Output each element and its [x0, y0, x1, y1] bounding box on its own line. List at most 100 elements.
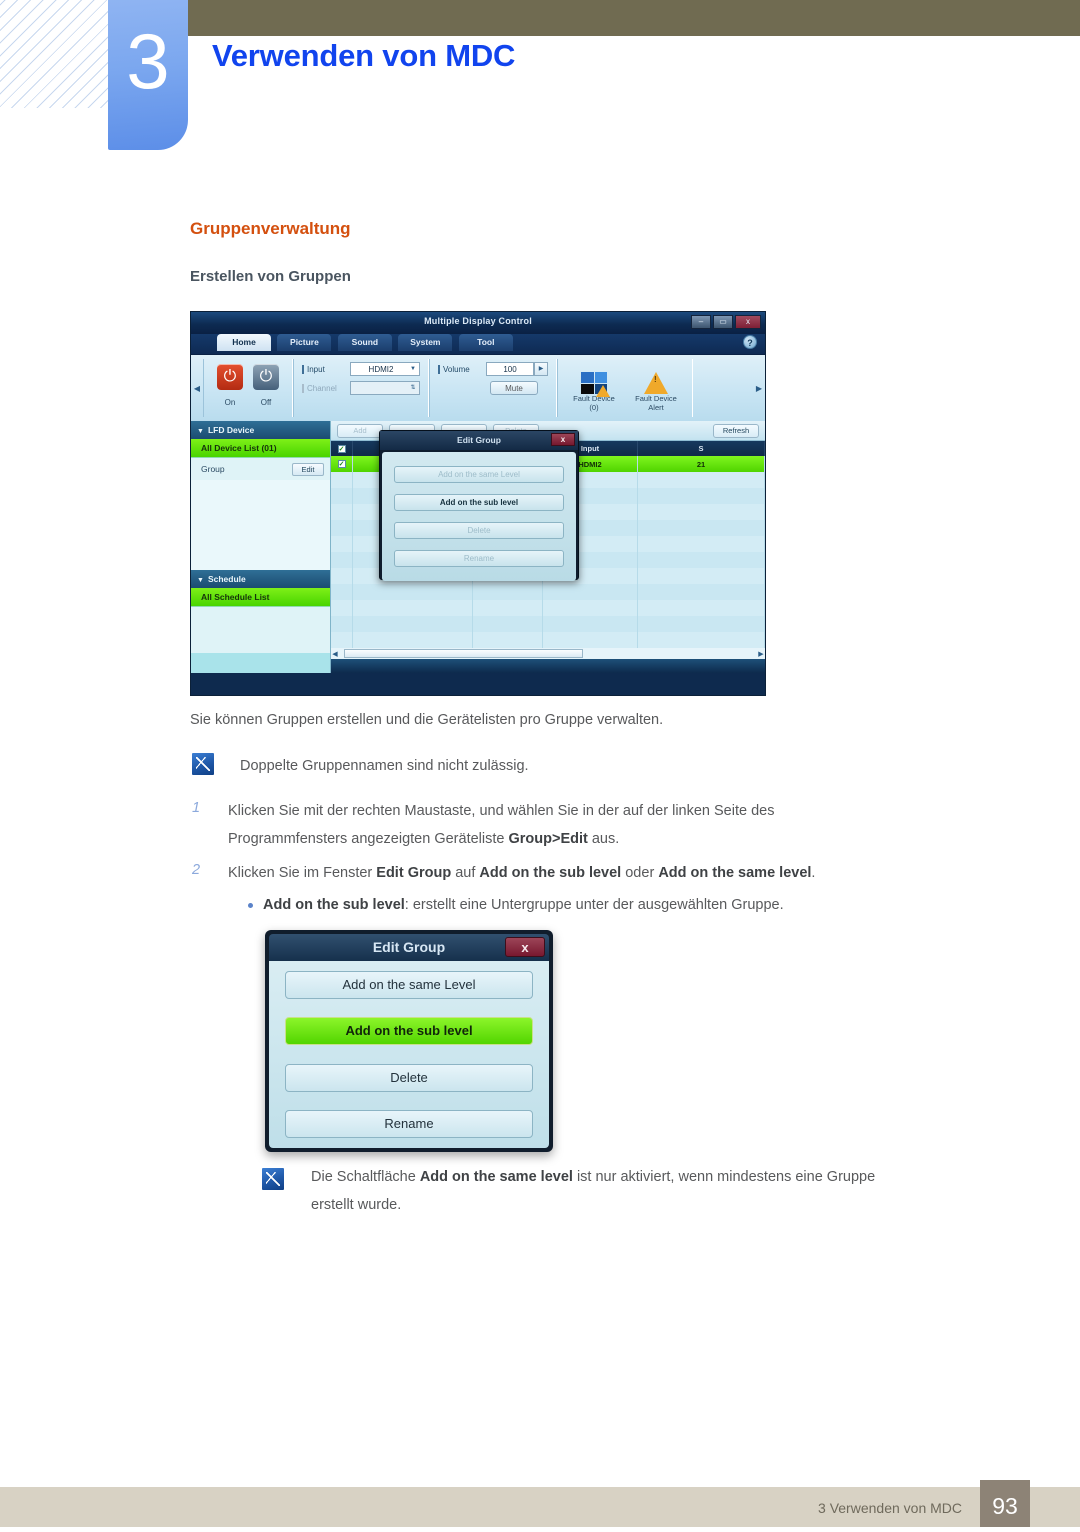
- tab-system[interactable]: System: [398, 334, 453, 351]
- step-2-text-e: oder: [621, 865, 659, 881]
- table-row[interactable]: [331, 600, 765, 616]
- volume-label: Volume: [438, 364, 486, 374]
- power-on-button[interactable]: ⏻ On: [217, 362, 243, 407]
- mdc-title-bar: Multiple Display Control – ▭ x: [191, 312, 765, 334]
- add-on-sub-level-button[interactable]: Add on the sub level: [285, 1017, 533, 1046]
- note-2-c: ist nur aktiviert, wenn mindestens eine …: [572, 1169, 876, 1185]
- add-on-same-level-button[interactable]: Add on the same Level: [394, 465, 564, 483]
- page-number-box: 93: [980, 1480, 1030, 1527]
- edit-group-body: Add on the same Level Add on the sub lev…: [382, 452, 576, 581]
- rename-button[interactable]: Rename: [285, 1109, 533, 1138]
- fault-device-icon: [566, 366, 622, 397]
- step-1-number: 1: [192, 800, 201, 816]
- edit-group-figure-title-bar: Edit Group x: [269, 934, 549, 961]
- sidebar-item-all-device-list[interactable]: All Device List (01): [191, 439, 330, 458]
- input-select[interactable]: HDMI2 ▼: [350, 362, 420, 376]
- row-checkbox[interactable]: ✓: [337, 460, 346, 468]
- step-2-bold-3: Add on the same level: [658, 865, 812, 881]
- bullet-1-rest: : erstellt eine Untergruppe unter der au…: [404, 897, 784, 913]
- channel-select[interactable]: ⇅: [350, 381, 420, 395]
- channel-row: Channel ⇅: [302, 381, 420, 395]
- add-on-sub-level-button[interactable]: Add on the sub level: [394, 493, 564, 511]
- header-hatch-decoration: [0, 0, 112, 108]
- input-label: Input: [302, 364, 350, 374]
- close-icon[interactable]: x: [735, 315, 761, 329]
- add-on-same-level-button[interactable]: Add on the same Level: [285, 971, 533, 999]
- step-2-text-c: auf: [451, 865, 480, 881]
- lfd-device-label: LFD Device: [207, 425, 255, 435]
- step-2-bold-2: Add on the sub level: [479, 865, 622, 881]
- rename-button[interactable]: Rename: [394, 550, 564, 568]
- minimize-icon[interactable]: –: [691, 315, 711, 329]
- section-heading: Gruppenverwaltung: [190, 219, 351, 238]
- tab-sound[interactable]: Sound: [337, 334, 392, 351]
- select-all-checkbox[interactable]: ✓: [337, 444, 346, 453]
- delete-button[interactable]: Delete: [394, 522, 564, 540]
- edit-group-title-bar: Edit Group x: [380, 431, 578, 450]
- close-icon[interactable]: x: [551, 433, 575, 446]
- sidebar-item-all-schedule-list[interactable]: All Schedule List: [191, 588, 330, 607]
- mdc-status-bar: [331, 659, 765, 673]
- fault-alert-icon: [628, 366, 684, 394]
- note-2-text: Die Schaltfläche Add on the same level i…: [311, 1166, 1011, 1188]
- tab-home[interactable]: Home: [217, 334, 271, 351]
- ribbon-scroll-left-icon[interactable]: ◀: [191, 359, 203, 417]
- power-off-icon: ⏻: [253, 364, 279, 390]
- volume-group: Volume 100 ▶ Mute: [429, 359, 557, 417]
- note-icon: [192, 753, 214, 775]
- column-header-extra[interactable]: S: [638, 441, 765, 456]
- add-button[interactable]: Add: [337, 423, 383, 438]
- scrollbar-thumb[interactable]: [344, 649, 583, 658]
- section-subheading: Erstellen von Gruppen: [190, 268, 351, 285]
- step-1-bold: Group>Edit: [508, 831, 588, 847]
- scroll-left-icon[interactable]: ◀: [331, 650, 339, 658]
- horizontal-scrollbar[interactable]: ◀ ▶: [331, 648, 765, 659]
- help-icon[interactable]: ?: [743, 335, 757, 349]
- row-checkbox-cell[interactable]: ✓: [331, 456, 353, 472]
- edit-group-dialog-inline: Edit Group x Add on the same Level Add o…: [379, 430, 579, 581]
- table-row[interactable]: [331, 632, 765, 648]
- tab-picture[interactable]: Picture: [277, 334, 332, 351]
- power-off-button[interactable]: ⏻ Off: [253, 362, 279, 407]
- spinner-icon: ⇅: [410, 384, 416, 391]
- volume-apply-icon[interactable]: ▶: [534, 362, 548, 376]
- group-edit-button[interactable]: Edit: [292, 462, 324, 476]
- note-2-bold: Add on the same level: [419, 1169, 573, 1185]
- sidebar-section-lfd-device[interactable]: ▼ LFD Device: [191, 421, 330, 439]
- fault-icons: Fault Device (0) Fault Device Alert: [566, 362, 684, 413]
- fault-device-button[interactable]: Fault Device (0): [566, 366, 622, 413]
- step-2-text-g: .: [811, 865, 816, 881]
- power-off-label: Off: [260, 398, 272, 407]
- bullet-1-text: Add on the sub level: erstellt eine Unte…: [263, 894, 1023, 916]
- window-controls: – ▭ x: [691, 315, 761, 329]
- scroll-right-icon[interactable]: ▶: [757, 650, 765, 658]
- table-row[interactable]: [331, 616, 765, 632]
- column-header-checkbox[interactable]: ✓: [331, 441, 353, 456]
- refresh-button[interactable]: Refresh: [713, 423, 759, 438]
- power-on-label: On: [224, 398, 236, 407]
- fault-device-alert-button[interactable]: Fault Device Alert: [628, 366, 684, 413]
- channel-label: Channel: [302, 383, 350, 393]
- note-2-line-2: erstellt wurde.: [311, 1197, 402, 1213]
- row-extra-cell: 21: [638, 456, 765, 472]
- tab-tool[interactable]: Tool: [458, 334, 513, 351]
- chapter-number: 3: [126, 17, 170, 105]
- mute-button[interactable]: Mute: [490, 381, 538, 395]
- step-1-line-2: Programmfensters angezeigten Geräteliste…: [228, 828, 1018, 850]
- step-2-line: Klicken Sie im Fenster Edit Group auf Ad…: [228, 862, 1028, 884]
- sidebar-section-schedule[interactable]: ▼ Schedule: [191, 570, 330, 588]
- note-icon: [262, 1168, 284, 1190]
- bullet-point-icon: [248, 903, 253, 908]
- step-2-bold-1: Edit Group: [376, 865, 452, 881]
- footer-text: 3 Verwenden von MDC: [818, 1500, 962, 1516]
- step-1-line-1: Klicken Sie mit der rechten Maustaste, u…: [228, 803, 775, 819]
- maximize-icon[interactable]: ▭: [713, 315, 733, 329]
- table-row[interactable]: [331, 584, 765, 600]
- delete-button[interactable]: Delete: [285, 1063, 533, 1092]
- ribbon-scroll-right-icon[interactable]: ▶: [753, 359, 765, 417]
- mdc-application-screenshot: Multiple Display Control – ▭ x Home Pict…: [190, 311, 766, 696]
- close-icon[interactable]: x: [505, 937, 545, 957]
- sidebar-item-group[interactable]: Group Edit: [191, 458, 330, 480]
- sidebar-empty-area: [191, 480, 330, 570]
- volume-input[interactable]: 100: [486, 362, 534, 376]
